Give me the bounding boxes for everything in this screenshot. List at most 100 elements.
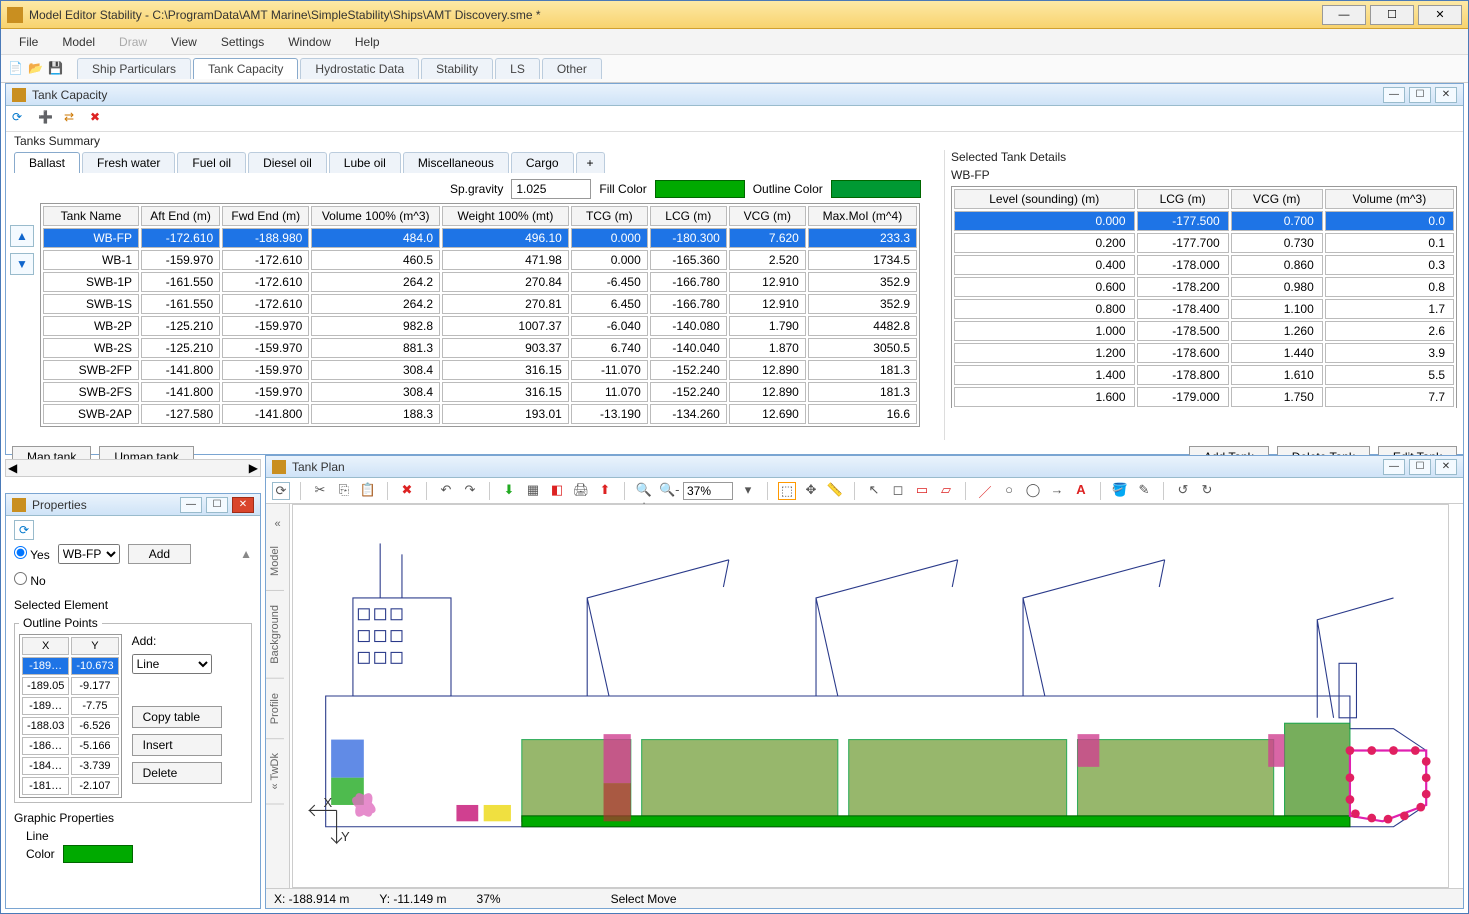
cat-tab-cargo[interactable]: Cargo — [511, 152, 574, 173]
cat-tab-add[interactable]: + — [576, 152, 605, 173]
col-header[interactable]: Fwd End (m) — [222, 206, 309, 226]
ellipse-icon[interactable]: ◯ — [1024, 482, 1042, 500]
col-header[interactable]: Weight 100% (mt) — [442, 206, 569, 226]
cat-tab-miscellaneous[interactable]: Miscellaneous — [403, 152, 509, 173]
zoom-out-icon[interactable]: 🔍- — [659, 482, 677, 500]
col-header[interactable]: VCG (m) — [729, 206, 806, 226]
menu-model[interactable]: Model — [52, 31, 105, 53]
table-row[interactable]: WB-2P-125.210-159.970982.81007.37-6.040-… — [43, 316, 917, 336]
plan-minimize-button[interactable]: — — [1383, 459, 1405, 475]
add-row-icon[interactable]: ➕ — [38, 110, 56, 128]
import-icon[interactable]: ⬇ — [500, 482, 518, 500]
table-row[interactable]: -189…-7.75 — [22, 697, 119, 715]
circle-icon[interactable]: ○ — [1000, 482, 1018, 500]
window-close-button[interactable]: ✕ — [1418, 5, 1462, 25]
col-header[interactable]: LCG (m) — [1137, 189, 1229, 209]
outline-color-swatch[interactable] — [831, 180, 921, 198]
rotate-ccw-icon[interactable]: ↺ — [1174, 482, 1192, 500]
cat-tab-fresh-water[interactable]: Fresh water — [82, 152, 175, 173]
table-row[interactable]: 1.200-178.6001.4403.9 — [954, 343, 1454, 363]
print-icon[interactable]: 🖨 — [572, 482, 590, 500]
menu-settings[interactable]: Settings — [211, 31, 274, 53]
tank-details-grid[interactable]: Level (sounding) (m)LCG (m)VCG (m)Volume… — [951, 186, 1457, 408]
col-header[interactable]: VCG (m) — [1231, 189, 1323, 209]
move-row-up-button[interactable]: ▲ — [10, 225, 34, 247]
tab-tank-capacity[interactable]: Tank Capacity — [193, 58, 298, 79]
copy-icon[interactable]: ⎘ — [335, 482, 353, 500]
props-toggle-icon[interactable]: ⟳ — [14, 520, 34, 540]
table-row[interactable]: WB-2S-125.210-159.970881.3903.376.740-14… — [43, 338, 917, 358]
tab-hydrostatic-data[interactable]: Hydrostatic Data — [300, 58, 419, 79]
props-minimize-button[interactable]: — — [180, 497, 202, 513]
zoom-in-icon[interactable]: 🔍+ — [635, 482, 653, 500]
fill-icon[interactable]: 🪣 — [1111, 482, 1129, 500]
col-header[interactable]: Max.MoI (m^4) — [808, 206, 917, 226]
plan-maximize-button[interactable]: ☐ — [1409, 459, 1431, 475]
redo-icon[interactable]: ↷ — [461, 482, 479, 500]
side-tab-collapse[interactable]: « — [266, 504, 289, 532]
col-header[interactable]: TCG (m) — [571, 206, 648, 226]
col-header[interactable]: Volume 100% (m^3) — [311, 206, 440, 226]
props-close-button[interactable]: ✕ — [232, 497, 254, 513]
menu-window[interactable]: Window — [278, 31, 341, 53]
cat-tab-ballast[interactable]: Ballast — [14, 152, 80, 173]
cat-tab-diesel-oil[interactable]: Diesel oil — [248, 152, 327, 173]
scroll-left-icon[interactable]: ◀ — [8, 461, 17, 475]
pointer-icon[interactable]: ↖ — [865, 482, 883, 500]
col-header[interactable]: LCG (m) — [650, 206, 727, 226]
sort-icon[interactable]: ⇄ — [64, 110, 82, 128]
move-row-down-button[interactable]: ▼ — [10, 253, 34, 275]
fill-color-swatch[interactable] — [655, 180, 745, 198]
tab-ls[interactable]: LS — [495, 58, 540, 79]
panel-close-button[interactable]: ✕ — [1435, 87, 1457, 103]
tanks-grid[interactable]: Tank NameAft End (m)Fwd End (m)Volume 10… — [40, 203, 920, 427]
scroll-right-icon[interactable]: ▶ — [249, 461, 258, 475]
save-file-icon[interactable]: 💾 — [47, 60, 65, 78]
table-row[interactable]: SWB-1P-161.550-172.610264.2270.84-6.450-… — [43, 272, 917, 292]
table-row[interactable]: WB-1-159.970-172.610460.5471.980.000-165… — [43, 250, 917, 270]
cat-tab-fuel-oil[interactable]: Fuel oil — [177, 152, 246, 173]
table-row[interactable]: -184…-3.739 — [22, 757, 119, 775]
side-tab-background[interactable]: Background — [266, 591, 284, 679]
panel-minimize-button[interactable]: — — [1383, 87, 1405, 103]
table-row[interactable]: 1.000-178.5001.2602.6 — [954, 321, 1454, 341]
table-row[interactable]: SWB-1S-161.550-172.610264.2270.816.450-1… — [43, 294, 917, 314]
tab-other[interactable]: Other — [542, 58, 602, 79]
node-icon[interactable]: ◻ — [889, 482, 907, 500]
cat-tab-lube-oil[interactable]: Lube oil — [329, 152, 401, 173]
table-row[interactable]: 1.400-178.8001.6105.5 — [954, 365, 1454, 385]
refresh-icon[interactable]: ⟳ — [12, 110, 30, 128]
menu-help[interactable]: Help — [345, 31, 390, 53]
table-row[interactable]: 0.800-178.4001.1001.7 — [954, 299, 1454, 319]
outline-points-grid[interactable]: XY -189…-10.673-189.05-9.177-189…-7.75-1… — [19, 634, 122, 798]
open-file-icon[interactable]: 📂 — [27, 60, 45, 78]
menu-view[interactable]: View — [161, 31, 207, 53]
tab-stability[interactable]: Stability — [421, 58, 493, 79]
plan-refresh-icon[interactable]: ⟳ — [272, 482, 290, 500]
col-header[interactable]: Level (sounding) (m) — [954, 189, 1135, 209]
delete-icon[interactable]: ✖ — [398, 482, 416, 500]
select-tool-icon[interactable]: ⬚ — [778, 482, 796, 500]
side-tab-model[interactable]: Model — [266, 532, 284, 591]
text-icon[interactable]: A — [1072, 482, 1090, 500]
scroll-up-icon[interactable]: ▲ — [240, 547, 252, 561]
panel-maximize-button[interactable]: ☐ — [1409, 87, 1431, 103]
rotate-cw-icon[interactable]: ↻ — [1198, 482, 1216, 500]
delete-row-icon[interactable]: ✖ — [90, 110, 108, 128]
props-color-swatch[interactable] — [63, 845, 133, 863]
table-row[interactable]: -186…-5.166 — [22, 737, 119, 755]
measure-tool-icon[interactable]: 📏 — [826, 482, 844, 500]
window-maximize-button[interactable]: ☐ — [1370, 5, 1414, 25]
table-row[interactable]: SWB-2FP-141.800-159.970308.4316.15-11.07… — [43, 360, 917, 380]
window-minimize-button[interactable]: — — [1322, 5, 1366, 25]
table-row[interactable]: 0.200-177.7000.7300.1 — [954, 233, 1454, 253]
grid-icon[interactable]: ▦ — [524, 482, 542, 500]
eyedrop-icon[interactable]: ✎ — [1135, 482, 1153, 500]
tab-ship-particulars[interactable]: Ship Particulars — [77, 58, 191, 79]
table-row[interactable]: 0.600-178.2000.9800.8 — [954, 277, 1454, 297]
rect-icon[interactable]: ▭ — [913, 482, 931, 500]
menu-file[interactable]: File — [9, 31, 48, 53]
col-header[interactable]: Aft End (m) — [141, 206, 220, 226]
props-add-button[interactable]: Add — [128, 544, 191, 564]
radio-no[interactable]: No — [14, 572, 46, 588]
